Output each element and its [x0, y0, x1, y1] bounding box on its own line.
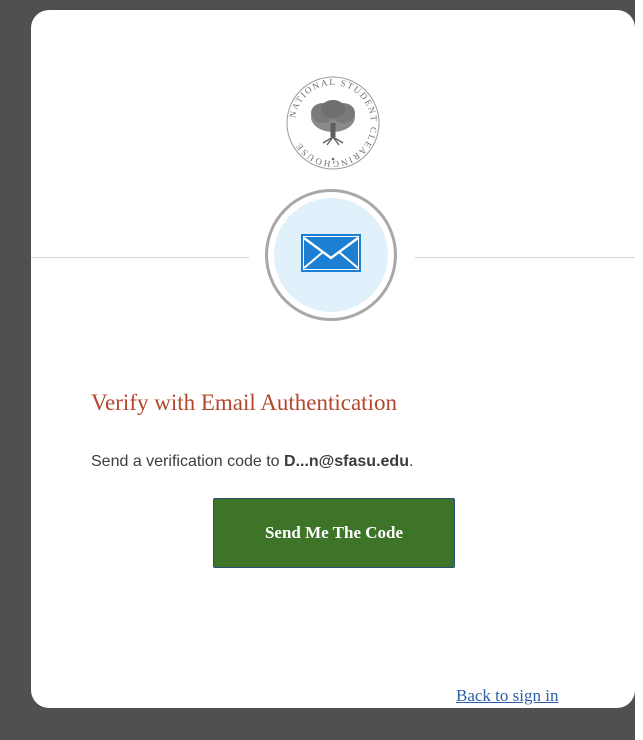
email-icon-background — [274, 198, 388, 312]
send-code-button[interactable]: Send Me The Code — [213, 498, 455, 568]
divider-right — [415, 257, 635, 258]
verification-description: Send a verification code to D...n@sfasu.… — [91, 453, 413, 471]
envelope-icon — [301, 233, 361, 277]
national-student-clearinghouse-seal-icon: NATIONAL STUDENT CLEARINGHOUSE — [283, 73, 383, 173]
divider-left — [31, 257, 249, 258]
window-edge — [635, 0, 643, 740]
masked-email: D...n@sfasu.edu — [284, 453, 409, 470]
description-suffix: . — [408, 453, 414, 470]
page-title: Verify with Email Authentication — [91, 390, 397, 415]
auth-card: NATIONAL STUDENT CLEARINGHOUSE Verify wi… — [31, 10, 635, 708]
description-prefix: Send a verification code to — [91, 453, 285, 470]
back-to-sign-in-link[interactable]: Back to sign in — [456, 686, 558, 706]
email-authenticator-badge — [265, 189, 397, 321]
